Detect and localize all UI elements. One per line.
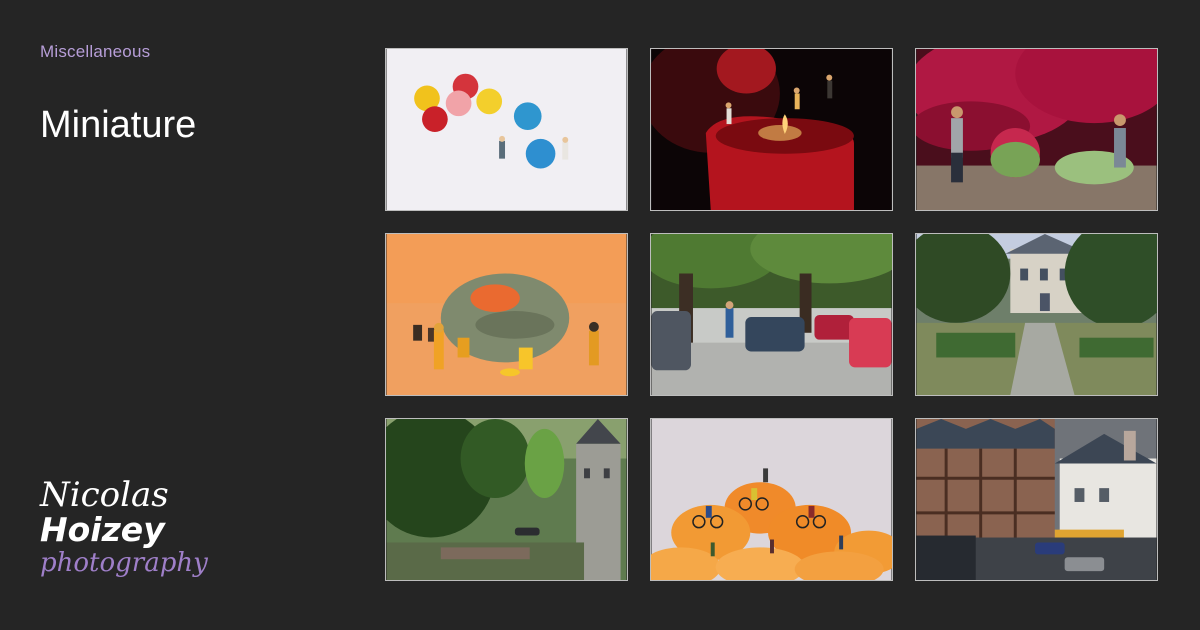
logo-last-name: Hoizey — [40, 510, 165, 549]
gallery-tile-9[interactable] — [915, 418, 1158, 581]
gallery-tile-1[interactable] — [385, 48, 628, 211]
gallery-tile-3[interactable] — [915, 48, 1158, 211]
photographer-logo[interactable]: Nicolas Hoizey photography — [40, 478, 220, 578]
gallery-tile-7[interactable] — [385, 418, 628, 581]
gallery-tile-2[interactable] — [650, 48, 893, 211]
castle-park-tilt-shift-photo — [386, 419, 627, 580]
category-label[interactable]: Miscellaneous — [40, 42, 150, 62]
gallery-tile-8[interactable] — [650, 418, 893, 581]
bread-hazmat-photo — [386, 234, 627, 395]
candle-figures-photo — [651, 49, 892, 210]
gallery-tile-6[interactable] — [915, 233, 1158, 396]
page-title: Miniature — [40, 104, 197, 146]
manor-garden-tilt-shift-photo — [916, 234, 1157, 395]
gallery-tile-4[interactable] — [385, 233, 628, 396]
logo-first-name: Nicolas — [40, 475, 169, 515]
orange-cyclists-photo — [651, 419, 892, 580]
logo-tagline: photography — [40, 548, 208, 578]
timber-houses-tilt-shift-photo — [916, 419, 1157, 580]
street-cars-tilt-shift-photo — [651, 234, 892, 395]
rose-gardeners-photo — [916, 49, 1157, 210]
candy-figures-photo — [386, 49, 627, 210]
gallery-tile-5[interactable] — [650, 233, 893, 396]
